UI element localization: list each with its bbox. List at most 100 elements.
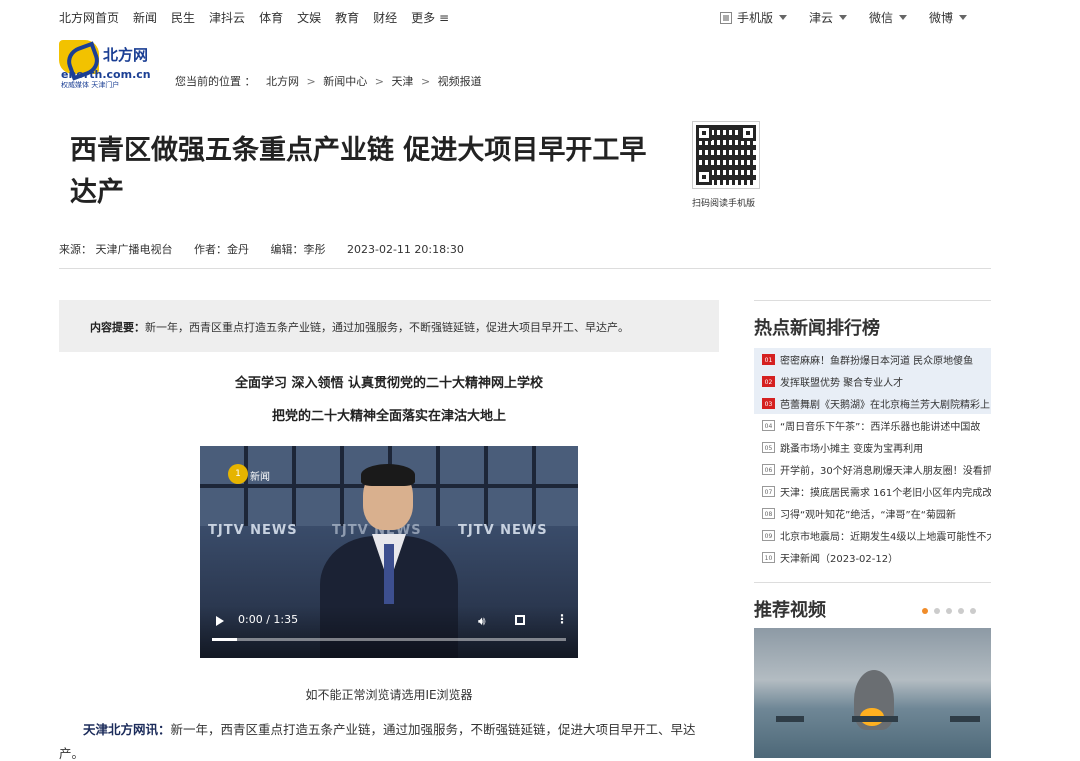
play-icon[interactable] [216,616,224,626]
carousel-dot[interactable] [958,608,964,614]
mobile-version-label: 手机版 [737,11,774,25]
top-nav-right: 手机版 津云 微信 微博 [720,9,989,26]
article-body: 天津北方网讯：新一年，西青区重点打造五条产业链，通过加强服务，不断强链延链，促进… [59,718,719,761]
article-source: 来源： 天津广播电视台 [59,243,173,256]
subheading-implement[interactable]: 把党的二十大精神全面落实在津沽大地上 [59,405,719,424]
article-meta: 来源： 天津广播电视台 作者：金丹 编辑：李彤 2023-02-11 20:18… [59,241,482,257]
logo-slogan: 权威媒体 天津门户 [61,81,120,89]
subheading-study[interactable]: 全面学习 深入领悟 认真贯彻党的二十大精神网上学校 [59,372,719,391]
hot-news-heading: 热点新闻排行榜 [754,318,880,339]
top-nav-link[interactable]: 财经 [373,9,397,26]
top-nav-link[interactable]: 文娱 [297,9,321,26]
logo-chinese-name: 北方网 [103,46,149,64]
divider [59,268,991,269]
video-progress-fill [212,638,237,641]
hot-news-title: 天津新闻（2023-02-12） [780,553,899,565]
chevron-down-icon [959,15,968,20]
breadcrumb-item-home[interactable]: 北方网 [266,75,299,88]
top-navigation: 北方网首页 新闻 民生 津抖云 体育 文娱 教育 财经 更多 ≡ 手机版 津云 微信 微博 [0,0,1080,34]
hot-news-item[interactable]: 09 北京市地震局：近期发生4级以上地震可能性不大 [754,524,991,546]
mobile-version-menu[interactable]: 手机版 [720,9,788,26]
thumbnail-ship [776,716,804,722]
volume-icon[interactable]: 🔊︎ [478,614,486,629]
video-time: 0:00 / 1:35 [238,613,299,626]
recommended-video-thumbnail[interactable] [754,628,991,758]
summary-text: 新一年，西青区重点打造五条产业链，通过加强服务，不断强链延链，促进大项目早开工、… [145,321,629,334]
phone-icon [720,11,732,24]
hot-news-item[interactable]: 02 发挥联盟优势 聚合专业人才 [754,370,991,392]
hot-news-item[interactable]: 04 “周日音乐下午茶”：西洋乐器也能讲述中国故 [754,414,991,436]
breadcrumb-item-tianjin[interactable]: 天津 [391,75,413,88]
top-nav-links: 北方网首页 新闻 民生 津抖云 体育 文娱 教育 财经 更多 ≡ [59,9,463,26]
hot-news-item[interactable]: 08 习得“观叶知花”绝活，“津哥”在“菊园新 [754,502,991,524]
carousel-dot[interactable] [922,608,928,614]
article-title: 西青区做强五条重点产业链 促进大项目早开工早达产 [70,135,647,208]
top-nav-link[interactable]: 北方网首页 [59,9,119,26]
site-logo[interactable]: 北方网 enorth.com.cn 权威媒体 天津门户 [59,40,163,89]
jinyun-menu[interactable]: 津云 [809,9,848,26]
rank-number-badge: 09 [762,529,775,541]
hot-news-item[interactable]: 01 密密麻麻！鱼群扮爆日本河道 民众原地傻鱼 [754,348,991,370]
weibo-menu[interactable]: 微博 [929,9,968,26]
content-summary: 内容提要：新一年，西青区重点打造五条产业链，通过加强服务，不断强链延链，促进大项… [59,300,719,352]
rank-number-badge: 04 [762,419,775,431]
breadcrumb-item-news-center[interactable]: 新闻中心 [323,75,367,88]
hot-news-title: 跳蚤市场小摊主 变废为宝再利用 [780,443,924,455]
hot-news-title: 芭蕾舞剧《天鹅湖》在北京梅兰芳大剧院精彩上 [780,399,990,411]
breadcrumb-item-video-report[interactable]: 视频报道 [438,75,482,88]
thumbnail-ship [950,716,980,722]
hot-news-title: “周日音乐下午茶”：西洋乐器也能讲述中国故 [780,421,981,433]
chevron-down-icon [779,15,788,20]
more-options-icon[interactable]: ⋮ [556,612,568,626]
carousel-dot[interactable] [934,608,940,614]
hot-news-item[interactable]: 07 天津：摸底居民需求 161个老旧小区年内完成改 [754,480,991,502]
fullscreen-icon[interactable] [515,615,525,625]
video-player[interactable]: TJTV NEWS TJTV NEWS TJTV NEWS 1 新闻 0:00 … [200,446,578,658]
hot-news-item[interactable]: 06 开学前，30个好消息刷爆天津人朋友圈！没看抓 [754,458,991,480]
hot-news-title: 开学前，30个好消息刷爆天津人朋友圈！没看抓 [780,465,991,477]
top-nav-link[interactable]: 新闻 [133,9,157,26]
top-nav-link[interactable]: 体育 [259,9,283,26]
carousel-dot[interactable] [970,608,976,614]
breadcrumb: 您当前的位置 ： 北方网 > 新闻中心 > 天津 > 视频报道 [175,73,482,89]
rank-number-badge: 06 [762,463,775,475]
news-anchor-hair [361,464,415,486]
qr-code-image [692,121,760,189]
qr-caption: 扫码阅读手机版 [692,199,756,209]
top-nav-link[interactable]: 民生 [171,9,195,26]
hot-news-list: 01 密密麻麻！鱼群扮爆日本河道 民众原地傻鱼 02 发挥联盟优势 聚合专业人才 03 芭… [754,348,991,568]
article-timestamp: 2023-02-11 20:18:30 [347,243,464,256]
hot-news-title: 天津：摸底居民需求 161个老旧小区年内完成改 [780,487,991,499]
hot-news-item[interactable]: 10 天津新闻（2023-02-12） [754,546,991,568]
rank-number-badge: 08 [762,507,775,519]
channel-badge-icon: 1 [228,464,248,484]
carousel-dot[interactable] [946,608,952,614]
hot-news-title: 密密麻麻！鱼群扮爆日本河道 民众原地傻鱼 [780,355,974,367]
top-nav-link[interactable]: 教育 [335,9,359,26]
rank-number-badge: 02 [762,375,775,387]
hot-news-item[interactable]: 05 跳蚤市场小摊主 变废为宝再利用 [754,436,991,458]
rank-number-badge: 03 [762,397,775,409]
news-anchor-tie [384,544,394,604]
chevron-down-icon [899,15,908,20]
rank-number-badge: 01 [762,353,775,365]
hot-news-title: 北京市地震局：近期发生4级以上地震可能性不大 [780,531,991,543]
wechat-menu[interactable]: 微信 [869,9,908,26]
breadcrumb-separator: > [374,75,384,88]
article-editor: 编辑：李彤 [270,243,326,256]
rank-number-badge: 07 [762,485,775,497]
tjtv-logo-text: TJTV NEWS [208,523,298,538]
breadcrumb-separator: > [420,75,431,88]
breadcrumb-separator: > [306,75,316,88]
hot-news-title: 发挥联盟优势 聚合专业人才 [780,377,904,389]
video-progress-track[interactable] [212,638,566,641]
top-nav-link[interactable]: 津抖云 [209,9,245,26]
sidebar-divider [754,582,991,583]
browser-note: 如不能正常浏览请选用IE浏览器 [305,688,473,702]
hot-news-item[interactable]: 03 芭蕾舞剧《天鹅湖》在北京梅兰芳大剧院精彩上 [754,392,991,414]
wechat-label: 微信 [869,11,894,25]
article-author: 作者：金丹 [194,243,249,256]
article-lead: 天津北方网讯： [83,722,171,737]
rank-number-badge: 05 [762,441,775,453]
top-nav-link[interactable]: 更多 ≡ [411,9,449,26]
